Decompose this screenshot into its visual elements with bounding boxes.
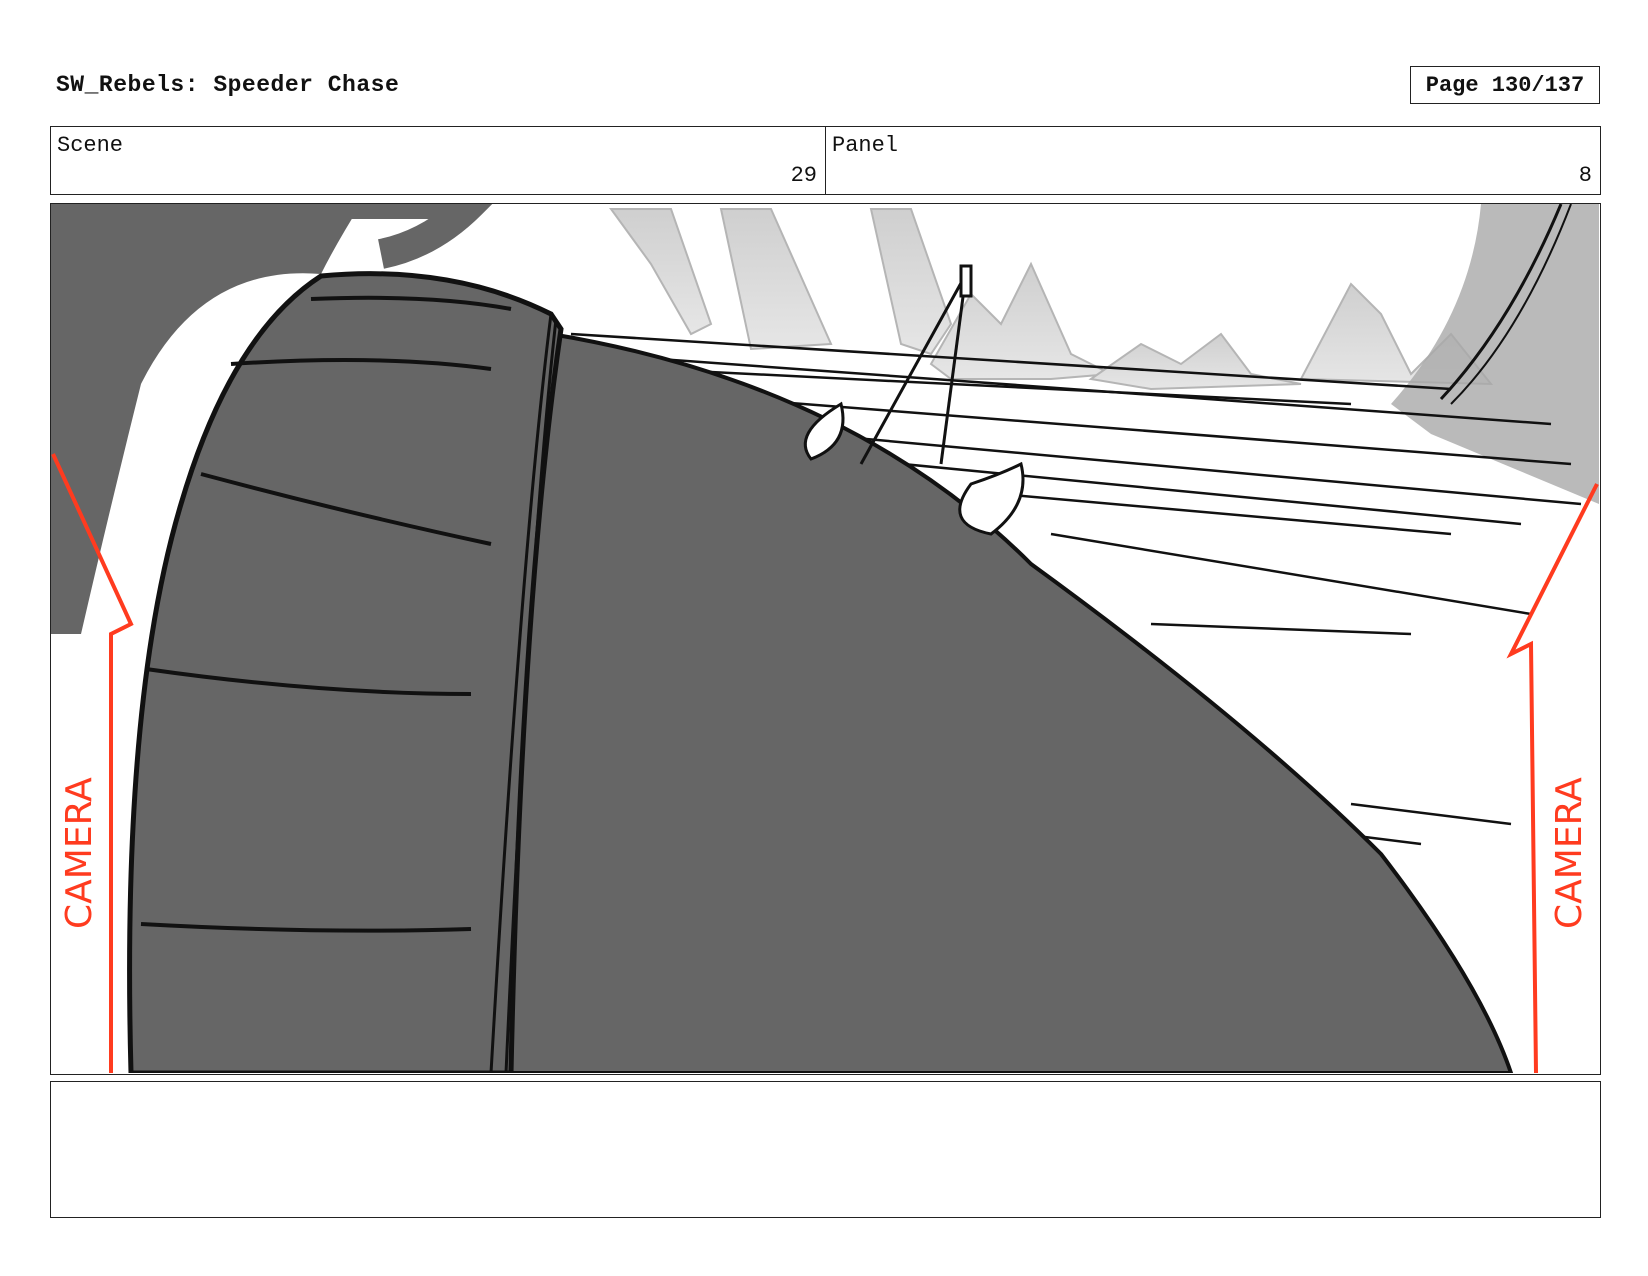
scene-panel-row: Scene 29 Panel 8: [50, 126, 1601, 195]
storyboard-sketch: CAMERA CAMERA: [51, 204, 1599, 1073]
scene-number: 29: [790, 163, 817, 188]
scene-cell: Scene 29: [51, 127, 825, 194]
document-title: SW_Rebels: Speeder Chase: [56, 72, 400, 98]
notes-box: [50, 1081, 1601, 1218]
panel-cell: Panel 8: [825, 127, 1600, 194]
panel-label: Panel: [832, 133, 899, 158]
page-number: Page 130/137: [1410, 66, 1600, 104]
storyboard-frame: CAMERA CAMERA: [50, 203, 1601, 1075]
camera-label-left: CAMERA: [59, 777, 100, 929]
camera-label-right: CAMERA: [1549, 777, 1590, 929]
panel-number: 8: [1578, 163, 1592, 188]
scene-label: Scene: [57, 133, 124, 158]
